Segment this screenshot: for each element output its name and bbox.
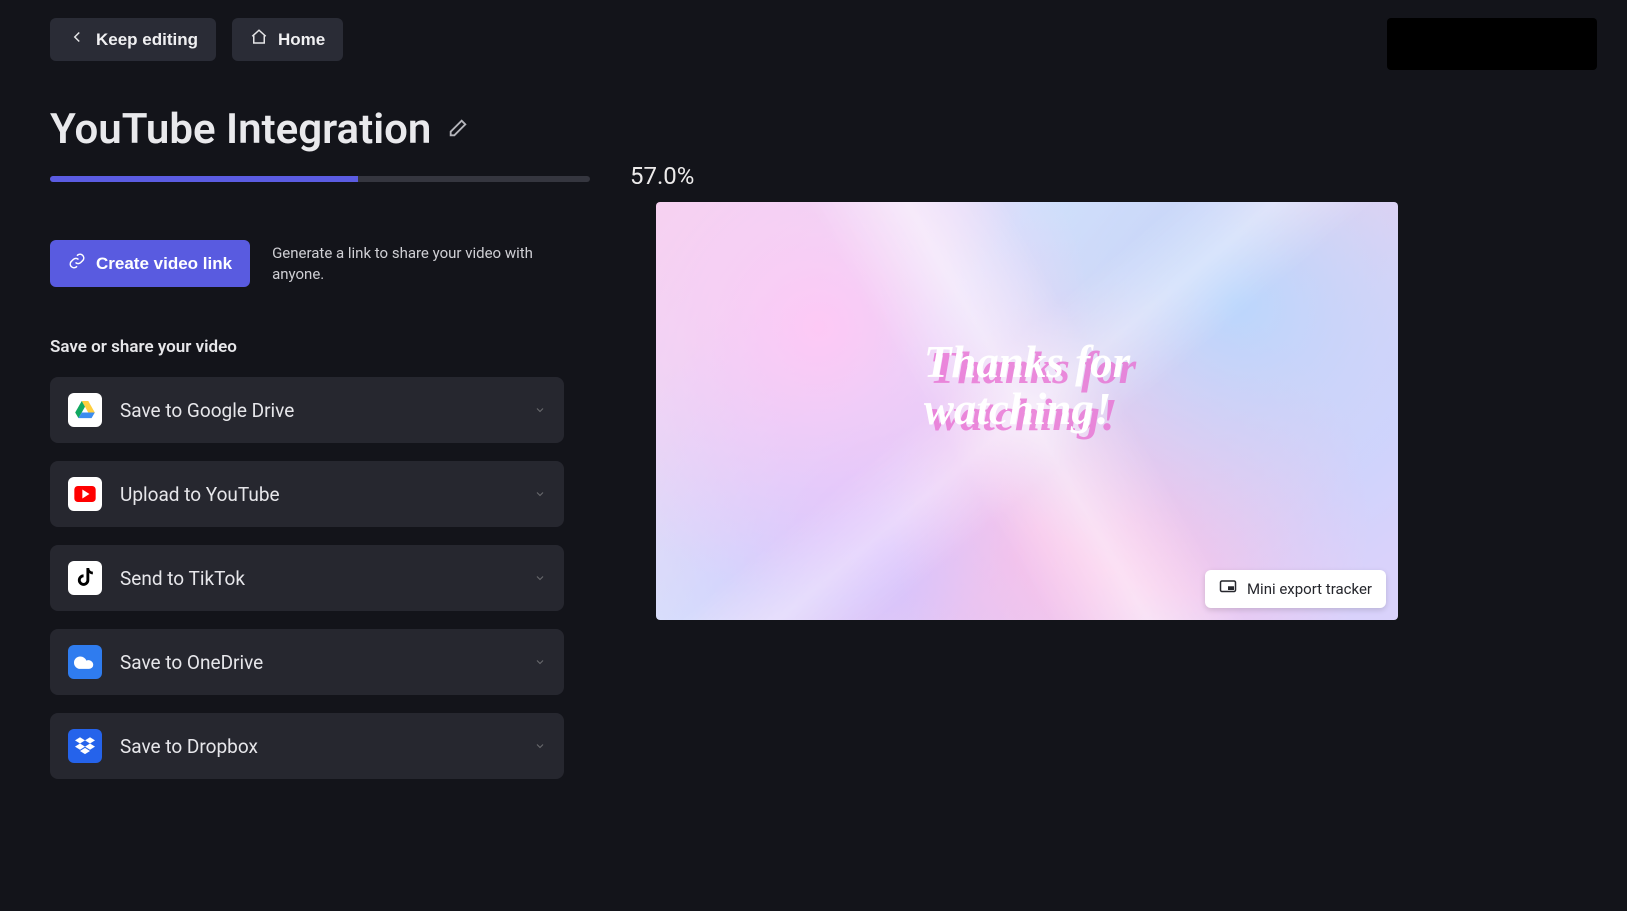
preview-overlay-text: Thanks for watching! Thanks for watching… (924, 339, 1130, 434)
progress-percent-label: 57.0% (630, 162, 694, 190)
share-section-label: Save or share your video (50, 337, 564, 357)
left-column: Create video link Generate a link to sha… (0, 240, 590, 800)
share-option-youtube[interactable]: Upload to YouTube (50, 461, 564, 527)
share-option-tiktok[interactable]: Send to TikTok (50, 545, 564, 611)
share-scroll-area[interactable]: Create video link Generate a link to sha… (50, 240, 590, 800)
arrow-left-icon (68, 28, 86, 51)
export-progress: 57.0% (50, 176, 590, 182)
create-link-row: Create video link Generate a link to sha… (50, 240, 564, 287)
pip-icon (1219, 578, 1237, 600)
link-icon (68, 252, 86, 275)
chevron-down-icon (534, 485, 546, 504)
youtube-icon (68, 477, 102, 511)
share-option-label: Save to OneDrive (120, 651, 263, 674)
share-option-onedrive[interactable]: Save to OneDrive (50, 629, 564, 695)
keep-editing-button[interactable]: Keep editing (50, 18, 216, 61)
share-option-label: Save to Dropbox (120, 735, 258, 758)
share-option-label: Upload to YouTube (120, 483, 280, 506)
onedrive-icon (68, 645, 102, 679)
mini-export-tracker-button[interactable]: Mini export tracker (1205, 570, 1386, 608)
google-drive-icon (68, 393, 102, 427)
share-option-dropbox[interactable]: Save to Dropbox (50, 713, 564, 779)
top-bar: Keep editing Home (0, 0, 1627, 61)
home-label: Home (278, 30, 325, 50)
share-option-label: Send to TikTok (120, 567, 245, 590)
chevron-down-icon (534, 737, 546, 756)
title-row: YouTube Integration (0, 61, 1627, 172)
dropbox-icon (68, 729, 102, 763)
create-link-description: Generate a link to share your video with… (272, 243, 542, 284)
mini-export-tracker-label: Mini export tracker (1247, 580, 1372, 598)
home-button[interactable]: Home (232, 18, 343, 61)
page-title: YouTube Integration (50, 105, 431, 154)
create-video-link-label: Create video link (96, 254, 232, 274)
progress-fill (50, 176, 358, 182)
create-video-link-button[interactable]: Create video link (50, 240, 250, 287)
keep-editing-label: Keep editing (96, 30, 198, 50)
chevron-down-icon (534, 653, 546, 672)
preview-text-main: Thanks for watching! (924, 339, 1130, 434)
tiktok-icon (68, 561, 102, 595)
progress-track (50, 176, 590, 182)
share-option-label: Save to Google Drive (120, 399, 294, 422)
home-icon (250, 28, 268, 51)
chevron-down-icon (534, 401, 546, 420)
video-preview: Thanks for watching! Thanks for watching… (656, 202, 1398, 620)
chevron-down-icon (534, 569, 546, 588)
top-right-placeholder (1387, 18, 1597, 70)
edit-title-icon[interactable] (447, 117, 469, 143)
share-option-gdrive[interactable]: Save to Google Drive (50, 377, 564, 443)
